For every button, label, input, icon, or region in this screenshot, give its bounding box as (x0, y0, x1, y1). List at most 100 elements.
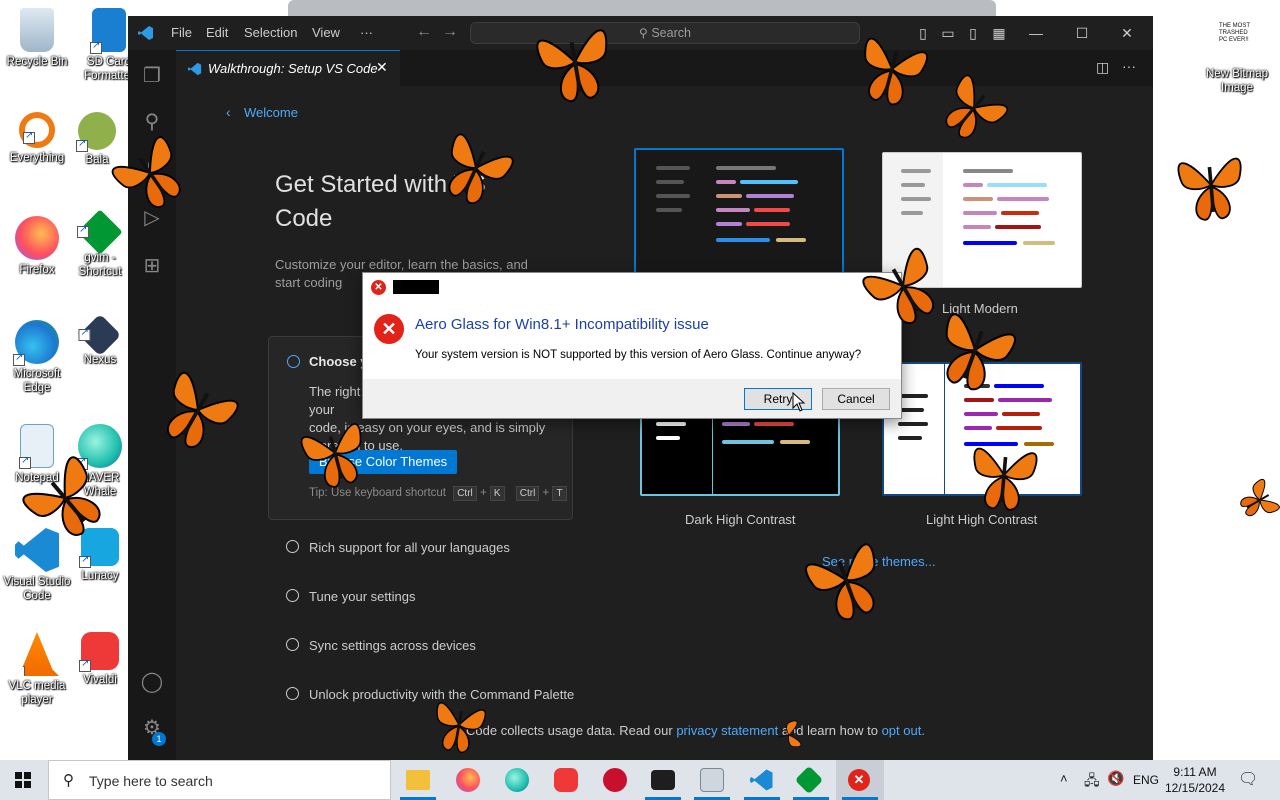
back-chevron-icon[interactable]: ‹ (226, 104, 231, 120)
desktop-icon-recycle-bin[interactable]: Recycle Bin (0, 8, 74, 69)
theme-card-light-high-contrast[interactable] (882, 362, 1082, 496)
desktop-icon-vlc[interactable]: VLC media player (0, 632, 74, 707)
mouse-pointer-icon (792, 392, 806, 412)
tab-label: Walkthrough: Setup VS Code (208, 61, 378, 76)
search-icon[interactable]: ⚲ (140, 110, 164, 134)
windows-start-icon[interactable] (15, 772, 31, 788)
clock[interactable]: 9:11 AM 12/15/2024 (1160, 764, 1230, 796)
background-window-edge (288, 0, 996, 16)
search-label: Search (651, 26, 691, 40)
step-settings[interactable]: Tune your settings (309, 589, 415, 604)
split-editor-icon[interactable]: ◫ (1096, 59, 1109, 76)
desktop-icon-edge[interactable]: Microsoft Edge (0, 320, 74, 395)
source-control-icon[interactable]: ⑂ (140, 158, 164, 182)
desktop-icon-label: Everything (9, 152, 65, 164)
privacy-statement-link[interactable]: privacy statement (676, 723, 778, 738)
shortcut-tip: Tip: Use keyboard shortcut Ctrl + K Ctrl… (309, 486, 567, 501)
minimize-icon[interactable]: — (1025, 22, 1047, 44)
toggle-primary-sidebar-icon[interactable]: ▯ (912, 22, 934, 44)
window-icon[interactable] (700, 768, 724, 792)
app-red-icon[interactable] (603, 768, 627, 792)
clock-time: 9:11 AM (1173, 765, 1217, 779)
desktop-icon-everything[interactable]: Everything (0, 112, 74, 165)
desktop-icon-label: Lunacy (81, 570, 119, 582)
language-indicator[interactable]: ENG (1133, 773, 1159, 787)
menu-selection[interactable]: Selection (244, 25, 297, 40)
desktop-icon-bala[interactable]: Bala (72, 112, 122, 167)
notifications-icon[interactable]: 🗨 (1238, 769, 1258, 789)
desktop-icon-vscode[interactable]: Visual Studio Code (0, 528, 74, 603)
network-icon[interactable]: 🖧 (1084, 770, 1100, 794)
desktop-icon-gvim[interactable]: gvim - Shortcut (72, 209, 128, 279)
tab-walkthrough[interactable]: Walkthrough: Setup VS Code ✕ (176, 50, 400, 86)
step-sync[interactable]: Sync settings across devices (309, 638, 476, 653)
terminal-icon[interactable] (651, 770, 675, 790)
desktop-icon-label: gvim - Shortcut (78, 252, 122, 278)
file-explorer-icon[interactable] (406, 770, 430, 790)
maximize-icon[interactable]: ☐ (1071, 22, 1093, 44)
dialog-title-redacted (393, 280, 439, 294)
customize-layout-icon[interactable]: ▦ (988, 22, 1010, 44)
browse-color-themes-button[interactable]: Browse Color Themes (309, 450, 457, 474)
desktop-icon-new-bitmap[interactable]: THE MOST TRASHED PC EVER!! New Bitmap Im… (1200, 20, 1274, 95)
more-actions-icon[interactable]: ··· (1122, 58, 1136, 74)
explorer-icon[interactable]: ❐ (140, 64, 164, 88)
menu-more[interactable]: ··· (360, 25, 373, 40)
desktop-icon-vivaldi[interactable]: Vivaldi (72, 632, 128, 687)
vlc-icon (15, 632, 59, 676)
close-window-icon[interactable]: ✕ (1116, 22, 1138, 44)
desktop-icon-nexus[interactable]: Nexus (72, 313, 128, 367)
theme-card-dark-modern[interactable] (634, 148, 844, 288)
kbd-key: Ctrl (453, 486, 477, 501)
taskbar-search-box[interactable]: ⚲ Type here to search (48, 760, 391, 800)
error-taskbar-button[interactable]: ✕ (836, 760, 884, 800)
menu-file[interactable]: File (171, 25, 192, 40)
theme-card-light-modern[interactable] (882, 152, 1082, 288)
opt-out-link[interactable]: opt out. (882, 723, 925, 738)
gvim-icon[interactable] (794, 765, 824, 795)
back-arrow-icon[interactable]: ← (416, 23, 432, 41)
menu-edit[interactable]: Edit (206, 25, 228, 40)
balabolka-icon (76, 112, 116, 152)
step-languages[interactable]: Rich support for all your languages (309, 540, 510, 555)
desktop-icon-whale[interactable]: NAVER Whale (72, 424, 128, 499)
step-radio[interactable] (286, 589, 299, 602)
title-bar: File Edit Selection View ··· ← → ⚲ Searc… (128, 16, 1153, 50)
step-radio[interactable] (286, 638, 299, 651)
whale-icon[interactable] (505, 768, 529, 792)
extensions-icon[interactable]: ⊞ (140, 254, 164, 278)
show-hidden-icons-icon[interactable]: ˄ (1060, 771, 1068, 786)
menu-view[interactable]: View (312, 25, 340, 40)
theme-label-light-modern: Light Modern (942, 301, 1018, 316)
step-radio[interactable] (286, 687, 299, 700)
kbd-key: K (489, 486, 505, 501)
theme-label-dark-high-contrast: Dark High Contrast (685, 512, 796, 527)
volume-muted-icon[interactable]: 🔇 (1107, 770, 1124, 787)
step-radio[interactable] (286, 540, 299, 553)
vscode-tab-icon (188, 62, 202, 76)
step-command-palette[interactable]: Unlock productivity with the Command Pal… (309, 687, 574, 702)
run-debug-icon[interactable]: ▷ (140, 206, 164, 230)
firefox-icon[interactable] (456, 768, 480, 792)
forward-arrow-icon[interactable]: → (442, 23, 458, 41)
breadcrumb-welcome[interactable]: Welcome (244, 105, 298, 120)
desktop-icon-lunacy[interactable]: Lunacy (72, 528, 128, 583)
vscode-logo-icon (138, 26, 153, 40)
vivaldi-icon[interactable] (554, 768, 578, 792)
cancel-button[interactable]: Cancel (822, 388, 890, 410)
step-radio-active[interactable] (287, 355, 300, 368)
accounts-icon[interactable]: ◯ (140, 670, 164, 694)
kbd-plus: + (542, 487, 550, 499)
command-center-search[interactable]: ⚲ Search (470, 22, 860, 44)
aero-glass-error-dialog: ✕ ✕ Aero Glass for Win8.1+ Incompatibili… (362, 272, 902, 419)
vscode-taskbar-icon[interactable] (750, 768, 774, 792)
see-more-themes-link[interactable]: See more themes... (822, 554, 935, 569)
tab-close-icon[interactable]: ✕ (376, 59, 388, 76)
sd-card-icon (90, 8, 126, 54)
page-title-line2: Code (275, 205, 333, 232)
toggle-panel-icon[interactable]: ▭ (937, 22, 959, 44)
toggle-secondary-sidebar-icon[interactable]: ▯ (962, 22, 984, 44)
edge-icon (13, 320, 59, 366)
desktop-icon-notepad[interactable]: Notepad (0, 424, 74, 485)
desktop-icon-firefox[interactable]: Firefox (0, 216, 74, 277)
